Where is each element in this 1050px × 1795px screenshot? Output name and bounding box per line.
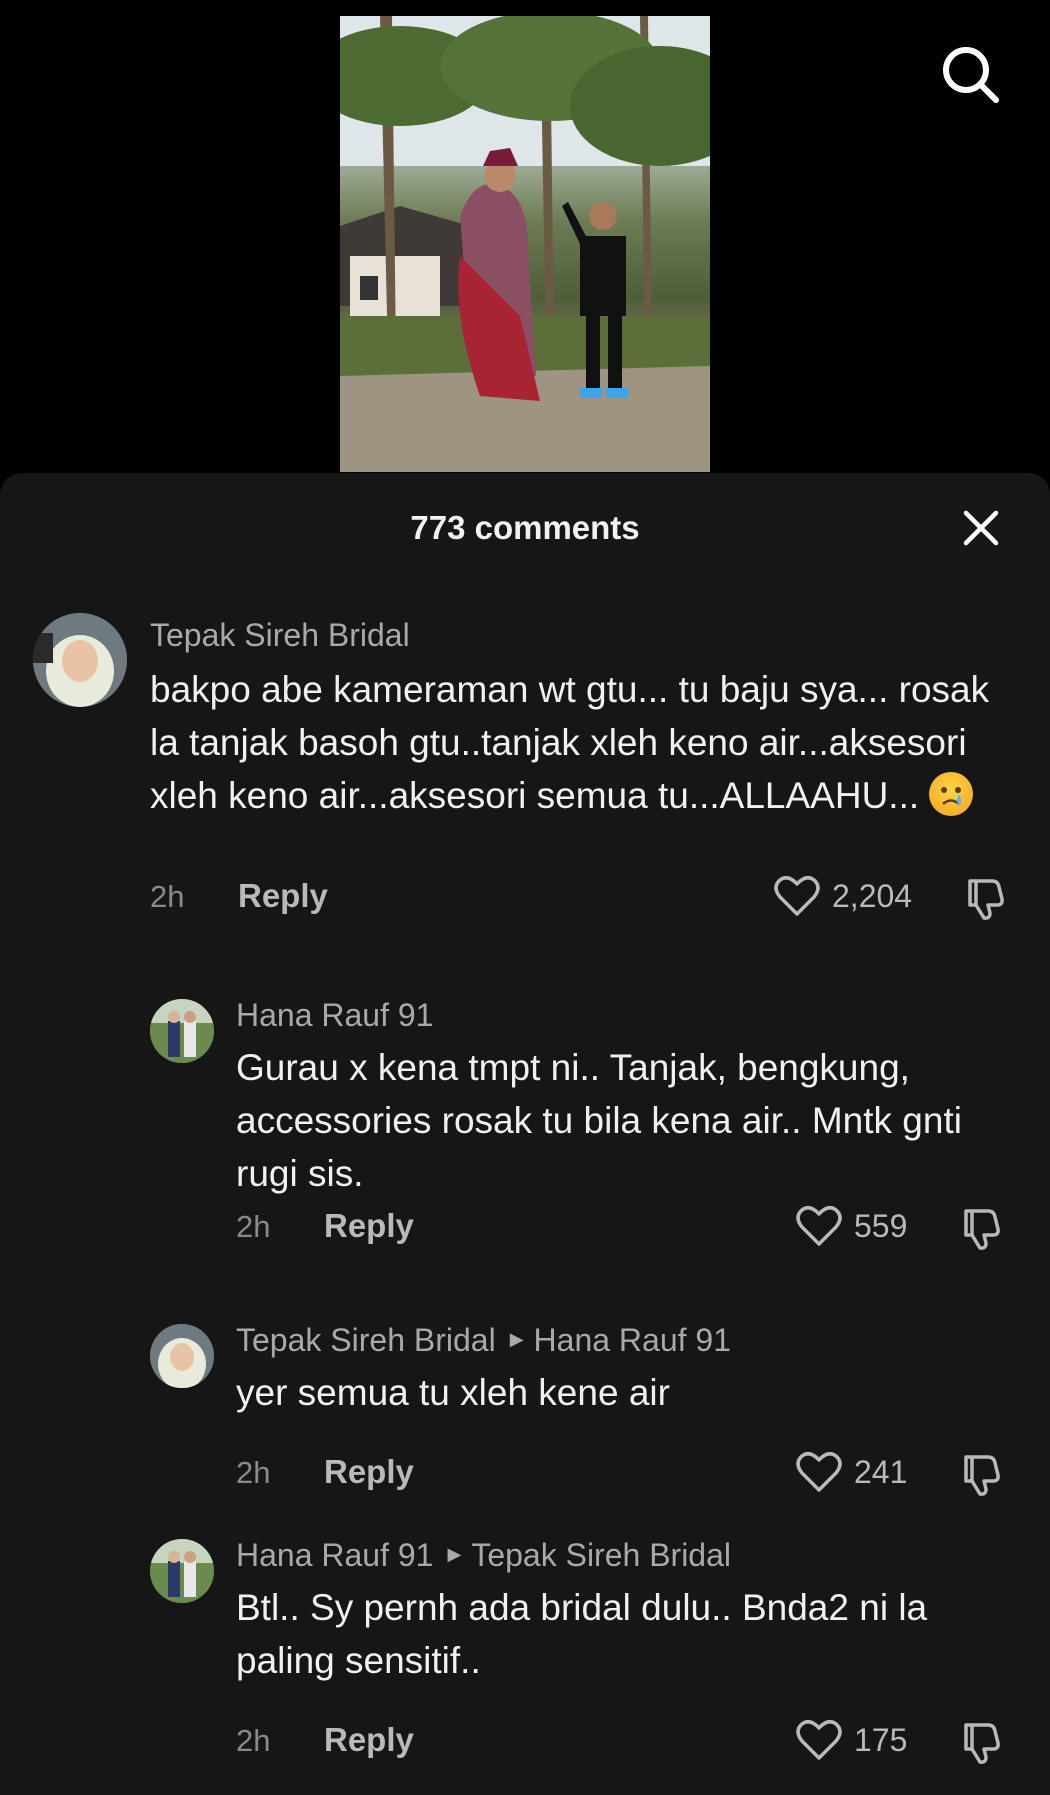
close-icon (963, 510, 999, 546)
heart-icon (796, 1452, 842, 1492)
dislike-button[interactable] (958, 1205, 1004, 1251)
search-button[interactable] (940, 44, 1002, 106)
like-button[interactable]: 175 (796, 1719, 907, 1761)
like-count: 175 (854, 1721, 908, 1758)
thumbs-down-icon (964, 1723, 1000, 1764)
comment-text: yer semua tu xleh kene air (236, 1372, 670, 1413)
avatar[interactable] (150, 1324, 214, 1388)
comment-author[interactable]: Hana Rauf 91 ▶ Tepak Sireh Bridal (236, 1537, 731, 1574)
comment-item: Tepak Sireh Bridal ▶ Hana Rauf 91 yer semu… (0, 1322, 1050, 1497)
comment-item: Tepak Sireh Bridal bakpo abe kameraman w… (0, 613, 1050, 943)
search-icon (943, 47, 999, 103)
comment-item: Hana Rauf 91 Gurau x kena tmpt ni.. Tanj… (0, 997, 1050, 1269)
reply-button[interactable]: Reply (324, 1721, 414, 1759)
close-button[interactable] (958, 505, 1004, 551)
thumbs-down-icon (964, 1455, 1000, 1496)
like-button[interactable]: 559 (796, 1205, 907, 1247)
avatar[interactable] (33, 613, 127, 707)
comment-author[interactable]: Tepak Sireh Bridal ▶ Hana Rauf 91 (236, 1322, 731, 1359)
video-thumbnail[interactable] (340, 16, 710, 472)
like-button[interactable]: 2,204 (774, 875, 912, 917)
dislike-button[interactable] (958, 1451, 1004, 1497)
video-area (0, 0, 1050, 475)
dislike-button[interactable] (958, 1719, 1004, 1765)
thumbs-down-icon (968, 879, 1004, 920)
like-count: 559 (854, 1207, 908, 1244)
comment-author[interactable]: Tepak Sireh Bridal (150, 617, 410, 654)
comment-author[interactable]: Hana Rauf 91 (236, 997, 433, 1034)
like-button[interactable]: 241 (796, 1451, 907, 1493)
reply-to-name[interactable]: Tepak Sireh Bridal (471, 1537, 731, 1573)
like-count: 2,204 (832, 877, 913, 914)
comment-author-name[interactable]: Tepak Sireh Bridal (236, 1322, 496, 1358)
reply-button[interactable]: Reply (324, 1207, 414, 1245)
comment-time: 2h (236, 1723, 271, 1758)
reply-arrow-icon: ▶ (509, 1329, 524, 1350)
comment-time: 2h (236, 1455, 271, 1490)
comment-time: 2h (150, 879, 185, 914)
dislike-button[interactable] (962, 875, 1008, 921)
avatar[interactable] (150, 1539, 214, 1603)
thumbs-down-icon (964, 1209, 1000, 1250)
comment-text: Gurau x kena tmpt ni.. Tanjak, bengkung,… (236, 1047, 962, 1194)
comments-sheet: 773 comments Tepak Sireh Bridal bakpo ab… (0, 473, 1050, 1795)
comment-time: 2h (236, 1209, 271, 1244)
heart-icon (796, 1206, 842, 1246)
crying-face-icon (929, 772, 974, 817)
comment-body: bakpo abe kameraman wt gtu... tu baju sy… (150, 669, 990, 816)
heart-icon (774, 876, 820, 916)
comment-text: bakpo abe kameraman wt gtu... tu baju sy… (150, 663, 1010, 822)
reply-button[interactable]: Reply (238, 877, 328, 915)
comment-author-name[interactable]: Hana Rauf 91 (236, 1537, 433, 1573)
heart-icon (796, 1720, 842, 1760)
comments-header: 773 comments (0, 473, 1050, 583)
reply-to-name[interactable]: Hana Rauf 91 (534, 1322, 731, 1358)
comment-item: Hana Rauf 91 ▶ Tepak Sireh Bridal Btl.. Sy… (0, 1537, 1050, 1769)
reply-arrow-icon: ▶ (447, 1544, 462, 1565)
avatar[interactable] (150, 999, 214, 1063)
comment-text: Btl.. Sy pernh ada bridal dulu.. Bnda2 n… (236, 1587, 928, 1681)
reply-button[interactable]: Reply (324, 1453, 414, 1491)
comments-count: 773 comments (410, 509, 640, 546)
like-count: 241 (854, 1453, 908, 1490)
